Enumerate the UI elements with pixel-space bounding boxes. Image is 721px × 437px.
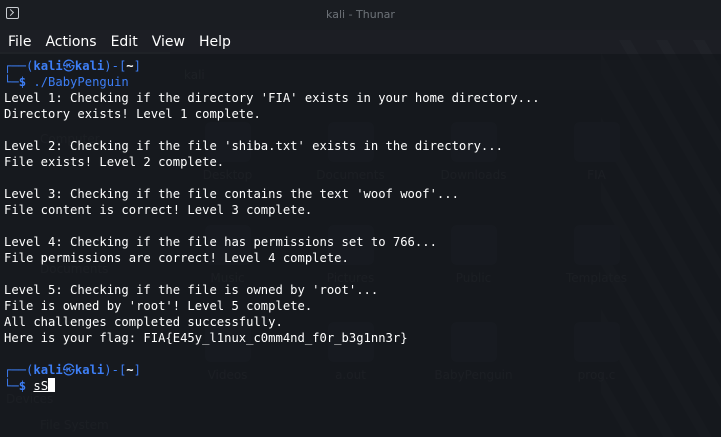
menu-edit[interactable]: Edit bbox=[107, 34, 142, 50]
prompt-host: kali bbox=[74, 363, 105, 377]
prompt-arrow: └─ bbox=[4, 75, 19, 89]
prompt-user: kali bbox=[33, 59, 63, 73]
command-text: ./BabyPenguin bbox=[33, 75, 129, 89]
prompt-user: kali bbox=[33, 363, 63, 377]
prompt-at-icon: ㉿ bbox=[62, 59, 75, 73]
prompt-input-line[interactable]: └─$ sS bbox=[4, 378, 540, 394]
current-input[interactable]: sS bbox=[33, 379, 48, 393]
output-line: Level 1: Checking if the directory 'FIA'… bbox=[4, 91, 540, 105]
prompt-directory: ~ bbox=[126, 59, 134, 73]
prompt-end: ] bbox=[133, 59, 141, 73]
output-line: Here is your flag: FIA{E45y_l1nux_c0mm4n… bbox=[4, 331, 408, 345]
output-line: Level 2: Checking if the file 'shiba.txt… bbox=[4, 139, 503, 153]
prompt-host: kali bbox=[74, 59, 105, 73]
prompt-line: ┌──(kali㉿kali)-[~] bbox=[4, 362, 540, 378]
output-line: Level 4: Checking if the file has permis… bbox=[4, 235, 437, 249]
window-title: kali - Thunar bbox=[326, 8, 395, 21]
prompt-directory: ~ bbox=[126, 363, 134, 377]
menu-view[interactable]: View bbox=[148, 34, 189, 50]
prompt-input-line: └─$ ./BabyPenguin bbox=[4, 74, 540, 90]
output-line: File exists! Level 2 complete. bbox=[4, 155, 225, 169]
menu-file[interactable]: File bbox=[4, 34, 35, 50]
output-line: File is owned by 'root'! Level 5 complet… bbox=[4, 299, 313, 313]
prompt-open: ┌──( bbox=[4, 363, 34, 377]
prompt-close: )-[ bbox=[104, 59, 127, 73]
output-line: File content is correct! Level 3 complet… bbox=[4, 203, 313, 217]
output-line: Level 3: Checking if the file contains t… bbox=[4, 187, 459, 201]
prompt-line: ┌──(kali㉿kali)-[~] bbox=[4, 58, 540, 74]
prompt-open: ┌──( bbox=[4, 59, 34, 73]
menu-help[interactable]: Help bbox=[195, 34, 235, 50]
prompt-sign: $ bbox=[18, 75, 27, 89]
terminal-lines: ┌──(kali㉿kali)-[~] └─$ ./BabyPenguin Level… bbox=[4, 58, 540, 394]
output-line: Directory exists! Level 1 complete. bbox=[4, 107, 261, 121]
terminal-output-area[interactable]: ┌──(kali㉿kali)-[~] └─$ ./BabyPenguin Level… bbox=[0, 54, 721, 437]
output-line: All challenges completed successfully. bbox=[4, 315, 283, 329]
output-line: Level 5: Checking if the file is owned b… bbox=[4, 283, 379, 297]
terminal-titlebar[interactable]: kali - Thunar bbox=[0, 0, 721, 30]
menu-bar: File Actions Edit View Help bbox=[0, 30, 721, 54]
prompt-at-icon: ㉿ bbox=[62, 363, 75, 377]
output-line: File permissions are correct! Level 4 co… bbox=[4, 251, 349, 265]
prompt-sign: $ bbox=[18, 379, 27, 393]
menu-actions[interactable]: Actions bbox=[41, 34, 100, 50]
text-cursor bbox=[48, 378, 56, 392]
prompt-end: ] bbox=[133, 363, 141, 377]
prompt-close: )-[ bbox=[104, 363, 127, 377]
prompt-arrow: └─ bbox=[4, 379, 19, 393]
